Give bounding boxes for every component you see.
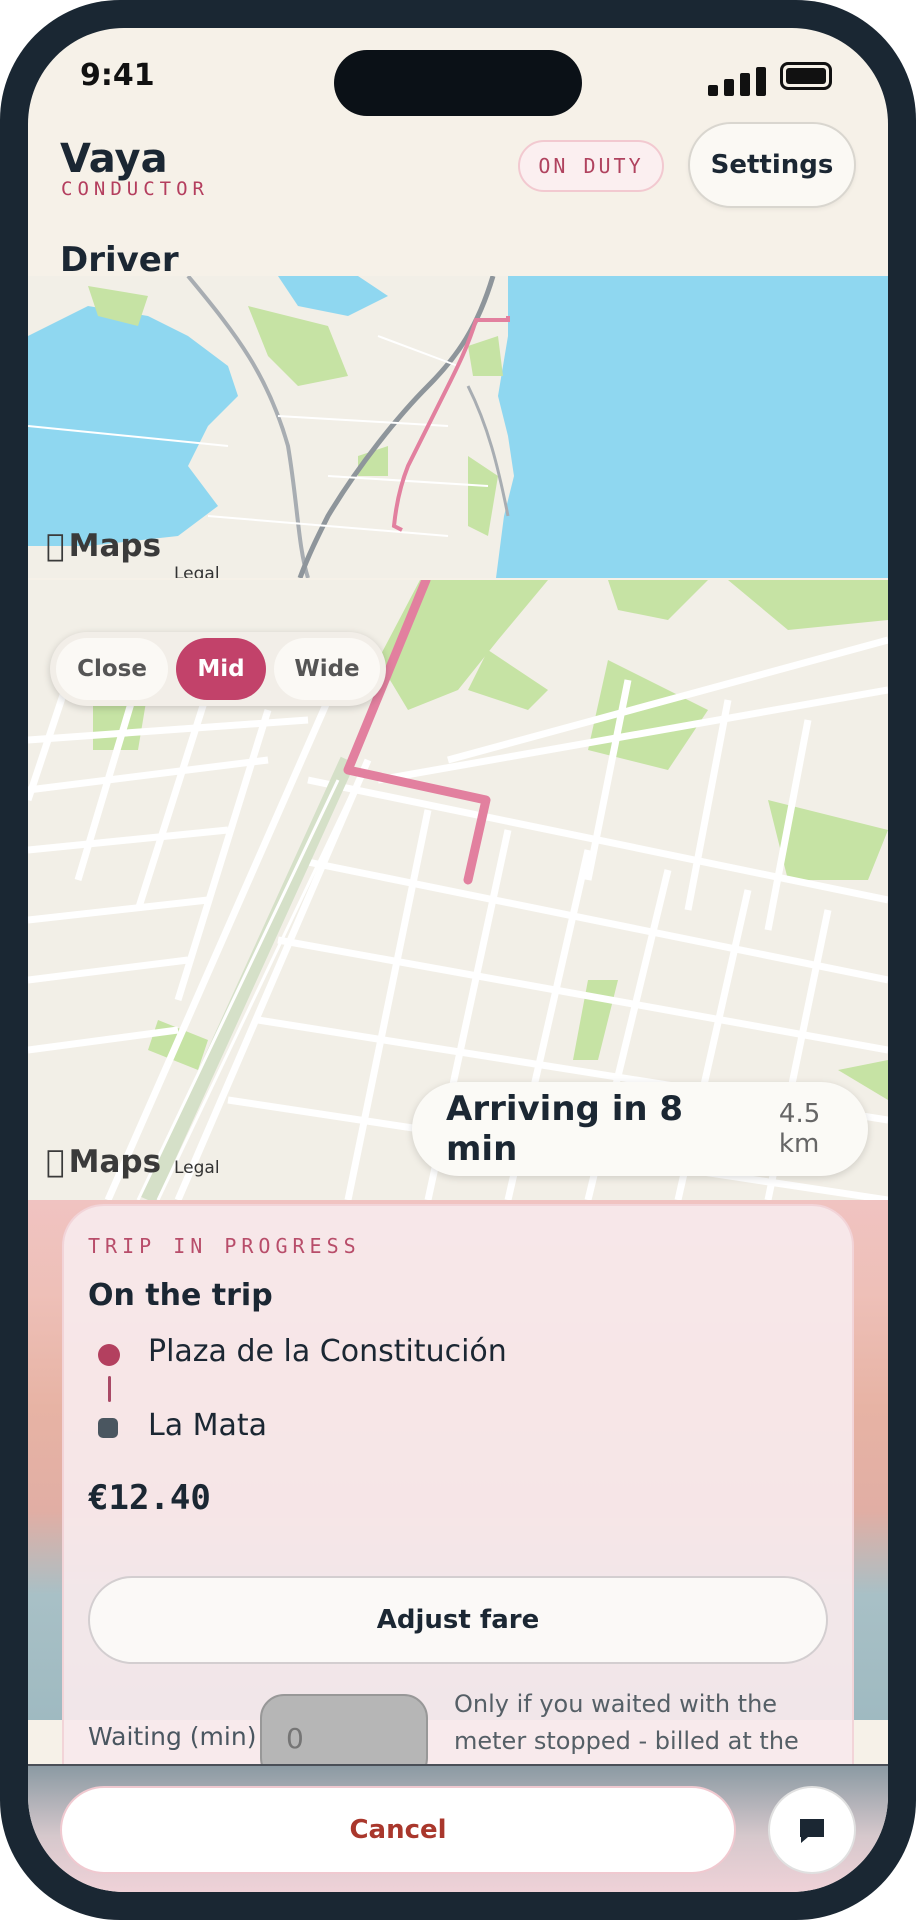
legal-link[interactable]: Legal (174, 1158, 220, 1178)
chat-icon (800, 1819, 824, 1843)
dropoff-square-icon (98, 1418, 118, 1438)
overview-map[interactable]:  Maps Legal (28, 276, 888, 578)
zoom-mid-button[interactable]: Mid (176, 638, 266, 700)
adjust-fare-button[interactable]: Adjust fare (88, 1576, 828, 1664)
phone-frame: 9:41 Vaya CONDUCTOR ON DUTY Settings Dri… (0, 0, 916, 1920)
dropoff-location: La Mata (148, 1408, 268, 1443)
zoom-close-button[interactable]: Close (56, 638, 168, 700)
eta-distance: 4.5 km (778, 1099, 821, 1159)
dynamic-island (334, 50, 582, 116)
eta-text: Arriving in 8 min (446, 1089, 684, 1169)
maps-logo:  Maps (46, 1144, 161, 1180)
status-time: 9:41 (80, 58, 155, 93)
fare-amount: €12.40 (88, 1478, 211, 1518)
route-connector (108, 1376, 111, 1402)
trip-card: TRIP IN PROGRESS On the trip Plaza de la… (62, 1204, 854, 1792)
pickup-dot-icon (98, 1344, 120, 1366)
trip-title: On the trip (88, 1278, 273, 1313)
pickup-location: Plaza de la Constitución (148, 1334, 507, 1369)
battery-icon (780, 62, 832, 90)
cancel-trip-button[interactable]: Cancel (60, 1786, 736, 1874)
waiting-label: Waiting (min) (88, 1722, 257, 1751)
maps-logo:  Maps (46, 528, 161, 564)
chat-button[interactable] (768, 1786, 856, 1874)
duty-status-badge: ON DUTY (518, 140, 664, 192)
apple-icon:  (46, 528, 65, 564)
trip-status-label: TRIP IN PROGRESS (88, 1234, 361, 1258)
bottom-action-bar: Cancel (28, 1764, 888, 1892)
zoom-wide-button[interactable]: Wide (274, 638, 380, 700)
brand-name: Vaya (60, 136, 168, 182)
page-title: Driver (60, 240, 179, 280)
eta-pill: Arriving in 8 min 4.5 km (412, 1082, 868, 1176)
signal-icon (708, 66, 766, 96)
map-zoom-control: Close Mid Wide (50, 632, 386, 706)
legal-link[interactable]: Legal (174, 564, 220, 578)
apple-icon:  (46, 1144, 65, 1180)
brand-subtitle: CONDUCTOR (61, 178, 209, 200)
app-screen: 9:41 Vaya CONDUCTOR ON DUTY Settings Dri… (28, 28, 888, 1892)
settings-button[interactable]: Settings (688, 122, 856, 208)
